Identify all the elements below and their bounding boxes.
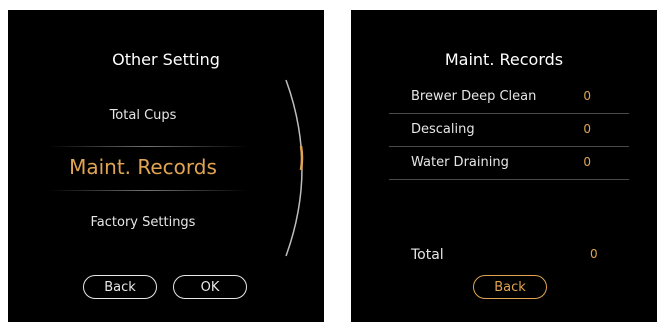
screen-title: Other Setting [112,50,220,69]
record-count: 0 [583,122,591,136]
scroll-indicator[interactable] [278,78,318,258]
other-setting-screen: Other Setting Total Cups Maint. Records … [8,10,324,322]
back-button[interactable]: Back [473,275,547,299]
ok-button[interactable]: OK [173,275,247,299]
record-label: Descaling [411,122,475,137]
total-label: Total [411,247,444,263]
scroll-track [285,79,303,257]
menu-item-total-cups[interactable]: Total Cups [8,108,278,123]
total-count: 0 [590,247,598,261]
record-label: Water Draining [411,155,509,170]
menu-item-maint-records[interactable]: Maint. Records [8,155,278,179]
screen-title: Maint. Records [444,50,564,69]
scroll-thumb [299,145,304,171]
selection-divider-top [48,146,248,147]
record-row-brewer-deep-clean: Brewer Deep Clean 0 [389,81,629,114]
record-count: 0 [583,155,591,169]
maint-records-screen: Maint. Records Brewer Deep Clean 0 Desca… [351,10,657,322]
record-label: Brewer Deep Clean [411,89,537,104]
back-button[interactable]: Back [83,275,157,299]
record-count: 0 [583,89,591,103]
record-row-descaling: Descaling 0 [389,114,629,147]
record-row-water-draining: Water Draining 0 [389,147,629,180]
selection-divider-bottom [48,190,248,191]
row-divider [389,179,629,180]
menu-item-factory-settings[interactable]: Factory Settings [8,215,278,230]
